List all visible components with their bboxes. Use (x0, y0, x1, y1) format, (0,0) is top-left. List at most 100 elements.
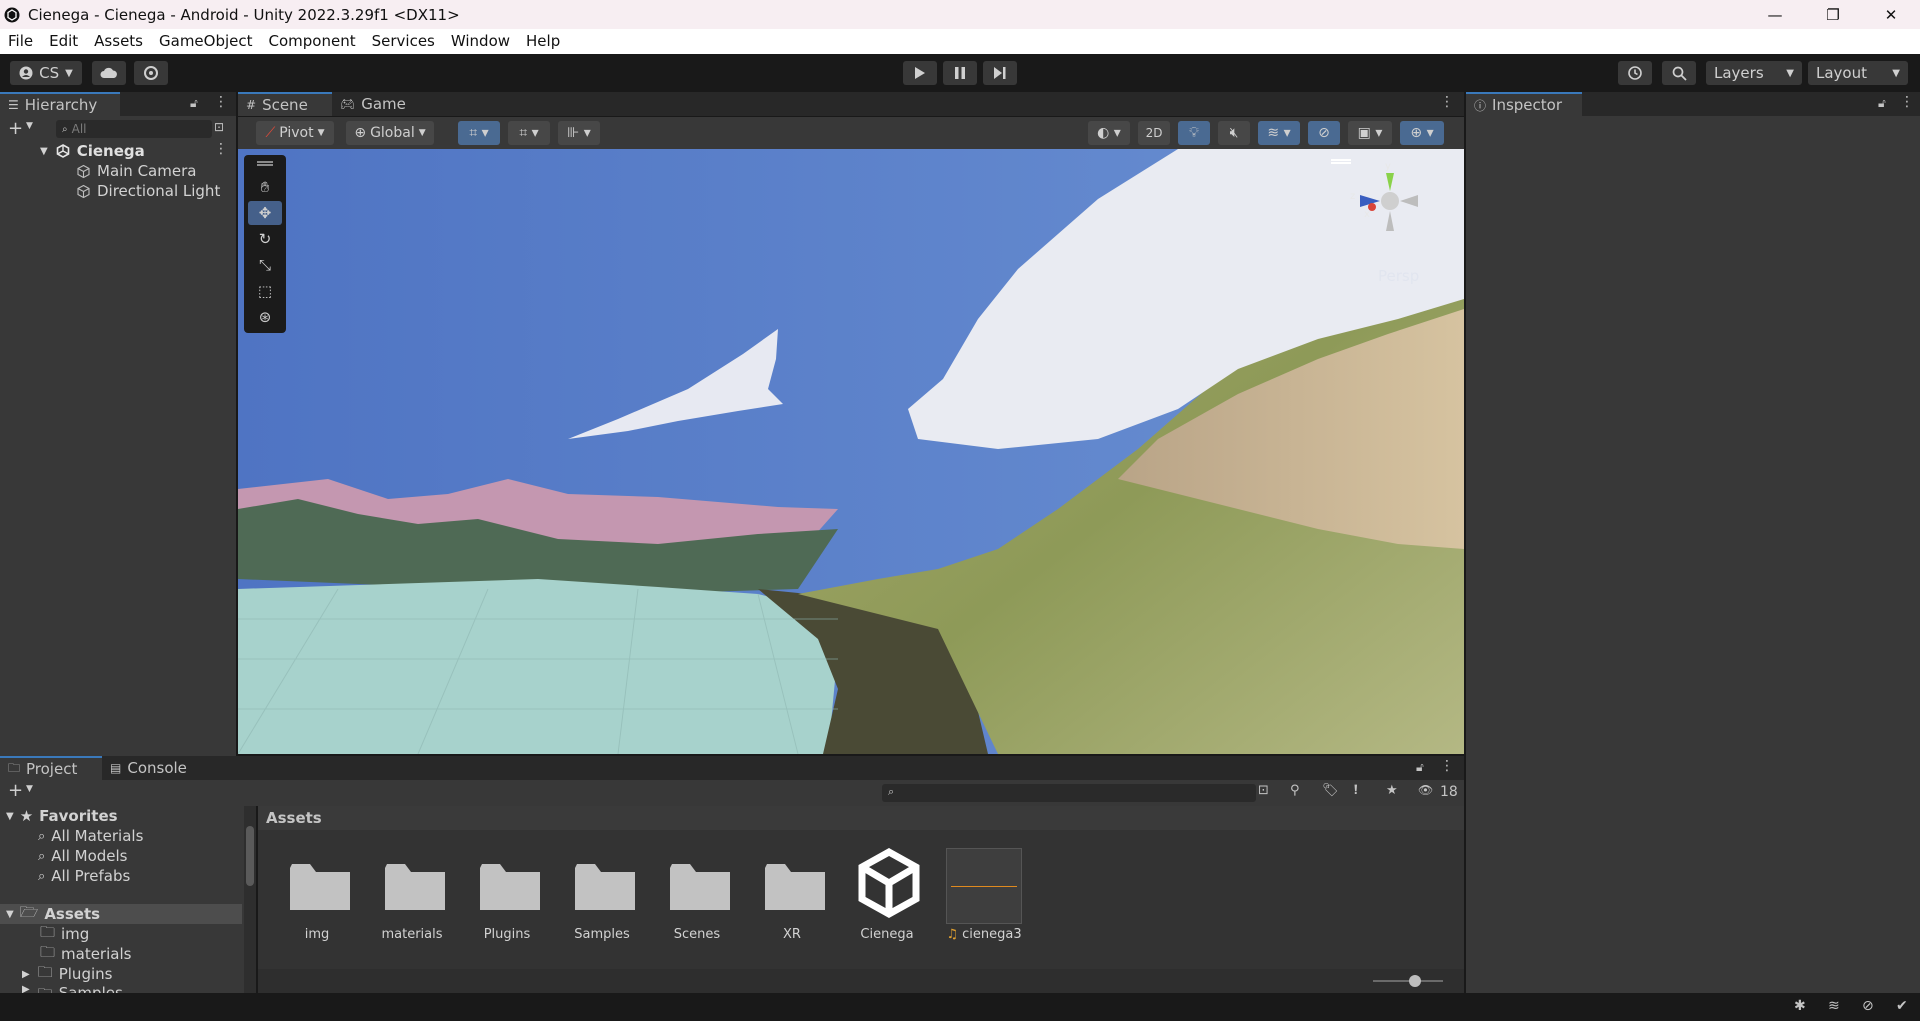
effects-dropdown[interactable]: ≋ ▾ (1258, 121, 1300, 145)
lock-icon[interactable]: 🔓︎ (190, 96, 198, 111)
layout-dropdown[interactable]: Layout ▼ (1808, 61, 1908, 85)
audio-toggle[interactable]: 🔇︎ (1218, 121, 1250, 145)
tab-inspector[interactable]: ⓘ Inspector (1466, 92, 1582, 116)
folder-icon[interactable] (573, 858, 637, 914)
log-warning-icon[interactable]: ❗︎ (1354, 783, 1358, 798)
rotate-tool-button[interactable]: ↻ (248, 227, 282, 251)
folder-icon[interactable] (478, 858, 542, 914)
expand-arrow-icon[interactable]: ▼ (40, 146, 48, 157)
expand-arrow-icon[interactable]: ▶ (22, 969, 30, 980)
collab-button[interactable] (134, 61, 168, 85)
tab-hierarchy[interactable]: ☰ Hierarchy (0, 92, 120, 116)
camera-settings-dropdown[interactable]: ▣ ▾ (1348, 121, 1392, 145)
transform-tool-button[interactable]: ⊛ (248, 305, 282, 329)
folder-icon[interactable] (383, 858, 447, 914)
search-by-type-icon[interactable]: ⊡ (1258, 783, 1269, 798)
hierarchy-search-input[interactable]: ⌕ All (56, 120, 212, 138)
unity-scene-asset-icon[interactable] (856, 848, 922, 918)
more-options-icon[interactable]: ⋮ (214, 94, 228, 110)
expand-arrow-icon[interactable]: ▶ (22, 984, 30, 993)
hierarchy-scene-row[interactable]: ▼ Cienega (40, 141, 145, 161)
hidden-packages-icon[interactable]: 👁︎ (1418, 783, 1433, 797)
tree-scrollbar[interactable] (244, 806, 256, 993)
pivot-dropdown[interactable]: ⟋ Pivot ▼ (256, 121, 334, 145)
scale-tool-button[interactable]: ⤡ (248, 253, 282, 277)
more-options-icon[interactable]: ⋮ (1440, 758, 1454, 774)
icon-size-slider[interactable] (1373, 975, 1443, 987)
menu-window[interactable]: Window (443, 29, 518, 54)
scene-viewport[interactable]: ✋︎ ✥ ↻ ⤡ ⬚ ⊛ y z x Persp (238, 149, 1464, 754)
chevron-down-icon[interactable]: ▼ (26, 784, 33, 794)
expand-arrow-icon[interactable]: ▼ (6, 811, 14, 822)
search-button[interactable] (1662, 61, 1696, 85)
chevron-down-icon[interactable]: ▼ (26, 121, 33, 131)
favorites-header[interactable]: ▼ ★ Favorites (6, 806, 118, 826)
add-icon[interactable]: + (8, 118, 23, 139)
tab-console[interactable]: ▤ Console (102, 756, 195, 780)
slider-thumb[interactable] (1409, 975, 1421, 987)
hidden-objects-toggle[interactable]: ⊘ (1308, 121, 1340, 145)
tree-item-plugins[interactable]: ▶ 🗀 Plugins (22, 963, 112, 984)
filter-by-type-icon[interactable]: ⚲ (1290, 783, 1300, 798)
step-button[interactable] (983, 61, 1017, 85)
layers-icon[interactable]: ≋ (1828, 998, 1840, 1014)
tab-scene[interactable]: # Scene (238, 92, 332, 116)
layers-dropdown[interactable]: Layers ▼ (1706, 61, 1802, 85)
account-dropdown[interactable]: CS ▼ (10, 61, 82, 85)
tab-project[interactable]: 🗀 Project (0, 756, 102, 780)
menu-file[interactable]: File (0, 29, 41, 54)
rect-tool-button[interactable]: ⬚ (248, 279, 282, 303)
menu-component[interactable]: Component (261, 29, 364, 54)
hierarchy-item-directional-light[interactable]: Directional Light (76, 181, 220, 201)
network-off-icon[interactable]: ⊘ (1862, 998, 1874, 1014)
pause-button[interactable] (943, 61, 977, 85)
restore-button[interactable]: ❐ (1804, 0, 1862, 29)
menu-gameobject[interactable]: GameObject (151, 29, 261, 54)
lock-icon[interactable]: 🔓︎ (1878, 96, 1886, 111)
drag-handle-icon[interactable] (257, 161, 273, 163)
favorite-item-all-prefabs[interactable]: ⌕ All Prefabs (38, 866, 130, 886)
lighting-toggle[interactable]: 💡︎ (1178, 121, 1210, 145)
check-circle-icon[interactable]: ✔ (1896, 998, 1908, 1014)
grid-snap-toggle[interactable]: ⌗ ▾ (458, 121, 500, 145)
menu-assets[interactable]: Assets (86, 29, 151, 54)
debug-icon[interactable]: ✱ (1794, 998, 1806, 1014)
add-icon[interactable]: + (8, 780, 23, 801)
breadcrumb-assets[interactable]: Assets (266, 809, 322, 827)
hand-tool-button[interactable]: ✋︎ (248, 175, 282, 199)
undo-history-button[interactable] (1618, 61, 1652, 85)
orientation-gizmo-icon[interactable] (1350, 161, 1430, 241)
persp-label[interactable]: Persp (1378, 267, 1419, 285)
scene-gizmo-drag-handle-icon[interactable] (1331, 159, 1351, 161)
increment-snap-toggle[interactable]: ⊪ ▾ (558, 121, 600, 145)
more-options-icon[interactable]: ⋮ (1900, 94, 1914, 110)
audio-waveform-thumbnail[interactable] (946, 848, 1022, 924)
minimize-button[interactable]: — (1746, 0, 1804, 29)
gizmos-dropdown[interactable]: ⊕ ▾ (1400, 121, 1444, 145)
favorite-star-icon[interactable]: ★ (1386, 783, 1398, 798)
grid-visibility-toggle[interactable]: ⌗ ▾ (508, 121, 550, 145)
tree-item-samples[interactable]: ▶ 🗀 Samples (22, 984, 123, 993)
folder-icon[interactable] (288, 858, 352, 914)
menu-services[interactable]: Services (364, 29, 443, 54)
menu-help[interactable]: Help (518, 29, 568, 54)
global-dropdown[interactable]: ⊕ Global ▼ (346, 121, 434, 145)
more-options-icon[interactable]: ⋮ (214, 141, 228, 157)
tree-item-materials[interactable]: 🗀 materials (40, 943, 131, 964)
menu-edit[interactable]: Edit (41, 29, 86, 54)
lock-icon[interactable]: 🔓︎ (1416, 760, 1424, 775)
favorite-item-all-models[interactable]: ⌕ All Models (38, 846, 128, 866)
close-button[interactable]: ✕ (1862, 0, 1920, 29)
assets-root-row[interactable]: ▼ 🗁 Assets (0, 903, 242, 924)
filter-by-label-icon[interactable]: 🏷︎ (1322, 783, 1339, 798)
scrollbar-thumb[interactable] (246, 826, 254, 886)
hierarchy-item-main-camera[interactable]: Main Camera (76, 161, 196, 181)
project-search-input[interactable]: ⌕ (882, 784, 1256, 802)
tab-game[interactable]: 🎮︎ Game (332, 92, 414, 116)
search-options-icon[interactable]: ⊡ (214, 120, 224, 134)
more-options-icon[interactable]: ⋮ (1440, 94, 1454, 110)
folder-icon[interactable] (763, 858, 827, 914)
cloud-button[interactable] (92, 61, 126, 85)
favorite-item-all-materials[interactable]: ⌕ All Materials (38, 826, 143, 846)
expand-arrow-icon[interactable]: ▼ (6, 909, 14, 920)
